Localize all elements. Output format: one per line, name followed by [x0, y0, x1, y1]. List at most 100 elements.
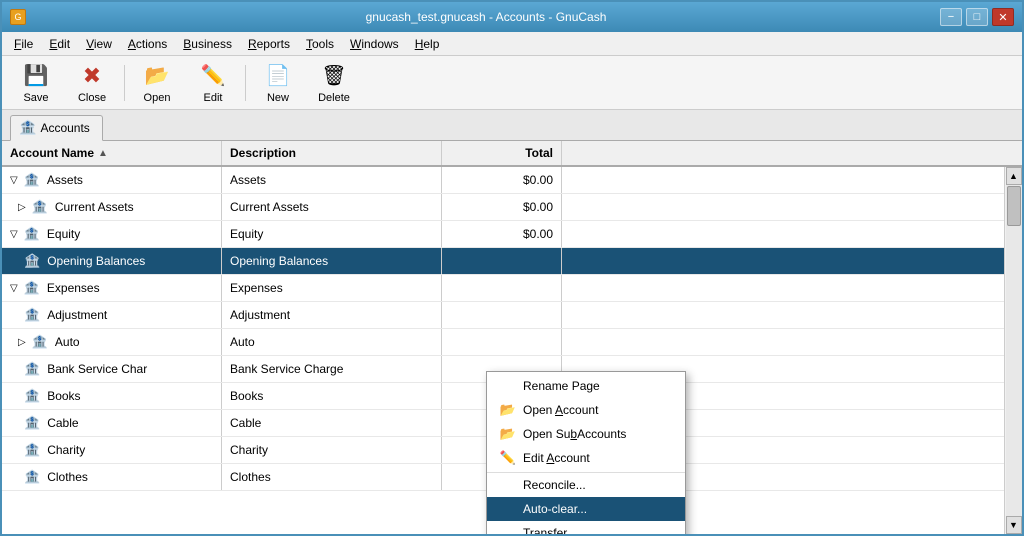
row-total-adjustment [442, 302, 562, 328]
table-row[interactable]: ▽ 🏦 Assets Assets $0.00 [2, 167, 1004, 194]
auto-clear-icon [499, 501, 517, 517]
menu-windows[interactable]: Windows [342, 35, 407, 53]
context-menu: Rename Page 📂 Open Account 📂 Open SubAcc… [486, 371, 686, 534]
account-icon: 🏦 [32, 334, 48, 350]
row-total-equity: $0.00 [442, 221, 562, 247]
scroll-track[interactable] [1006, 185, 1022, 516]
open-label: Open [144, 92, 171, 104]
expand-icon[interactable]: ▽ [10, 175, 18, 186]
title-bar-left: G [10, 9, 32, 25]
close-button[interactable]: ✕ [992, 8, 1014, 26]
main-window: G gnucash_test.gnucash - Accounts - GnuC… [0, 0, 1024, 536]
header-total[interactable]: Total [442, 141, 562, 165]
edit-label: Edit [204, 92, 223, 104]
ctx-open-account[interactable]: 📂 Open Account [487, 398, 685, 422]
menu-bar: File Edit View Actions Business Reports … [2, 32, 1022, 56]
menu-file[interactable]: File [6, 35, 41, 53]
account-icon: 🏦 [24, 442, 40, 458]
row-name-clothes: 🏦 Clothes [2, 464, 222, 490]
open-icon: 📂 [143, 62, 171, 90]
row-desc-books: Books [222, 383, 442, 409]
table-row[interactable]: ▷ 🏦 Current Assets Current Assets $0.00 [2, 194, 1004, 221]
account-icon: 🏦 [24, 469, 40, 485]
new-button[interactable]: 📄 New [252, 60, 304, 106]
row-name-books: 🏦 Books [2, 383, 222, 409]
account-icon: 🏦 [24, 307, 40, 323]
row-desc-bank: Bank Service Charge [222, 356, 442, 382]
account-icon: 🏦 [32, 199, 48, 215]
save-label: Save [23, 92, 48, 104]
scroll-thumb[interactable] [1007, 186, 1021, 226]
table-row-opening-balances[interactable]: 🏦 Opening Balances Opening Balances [2, 248, 1004, 275]
menu-edit[interactable]: Edit [41, 35, 78, 53]
sort-arrow-icon: ▲ [98, 148, 108, 159]
tab-accounts[interactable]: 🏦 Accounts [10, 115, 103, 141]
transfer-icon [499, 525, 517, 534]
close-label: Close [78, 92, 106, 104]
row-total-expenses [442, 275, 562, 301]
close-icon: ✖ [78, 62, 106, 90]
ctx-transfer[interactable]: Transfer... [487, 521, 685, 534]
scroll-up-button[interactable]: ▲ [1006, 167, 1022, 185]
menu-actions[interactable]: Actions [120, 35, 175, 53]
ctx-auto-clear[interactable]: Auto-clear... [487, 497, 685, 521]
row-desc-assets: Assets [222, 167, 442, 193]
row-total-current-assets: $0.00 [442, 194, 562, 220]
account-icon: 🏦 [24, 280, 40, 296]
expand-icon[interactable]: ▽ [10, 229, 18, 240]
title-bar: G gnucash_test.gnucash - Accounts - GnuC… [2, 2, 1022, 32]
row-desc-cable: Cable [222, 410, 442, 436]
row-desc-auto: Auto [222, 329, 442, 355]
delete-button[interactable]: 🗑 Delete [308, 60, 360, 106]
header-account-name[interactable]: Account Name ▲ [2, 141, 222, 165]
maximize-button[interactable]: □ [966, 8, 988, 26]
expand-icon[interactable]: ▷ [18, 337, 26, 348]
row-desc-expenses: Expenses [222, 275, 442, 301]
expand-icon[interactable]: ▽ [10, 283, 18, 294]
save-button[interactable]: 💾 Save [10, 60, 62, 106]
open-button[interactable]: 📂 Open [131, 60, 183, 106]
window-title: gnucash_test.gnucash - Accounts - GnuCas… [32, 10, 940, 24]
row-name-assets: ▽ 🏦 Assets [2, 167, 222, 193]
menu-help[interactable]: Help [407, 35, 448, 53]
row-name-adjustment: 🏦 Adjustment [2, 302, 222, 328]
row-name-expenses: ▽ 🏦 Expenses [2, 275, 222, 301]
ctx-open-subaccounts[interactable]: 📂 Open SubAccounts [487, 422, 685, 446]
account-icon: 🏦 [24, 388, 40, 404]
main-content: Account Name ▲ Description Total ▽ [2, 141, 1022, 534]
account-icon: 🏦 [24, 361, 40, 377]
table-header: Account Name ▲ Description Total [2, 141, 1022, 167]
menu-tools[interactable]: Tools [298, 35, 342, 53]
scrollbar[interactable]: ▲ ▼ [1004, 167, 1022, 534]
expand-icon[interactable]: ▷ [18, 202, 26, 213]
table-row[interactable]: ▽ 🏦 Expenses Expenses [2, 275, 1004, 302]
scroll-down-button[interactable]: ▼ [1006, 516, 1022, 534]
row-name-cable: 🏦 Cable [2, 410, 222, 436]
minimize-button[interactable]: − [940, 8, 962, 26]
row-name-current-assets: ▷ 🏦 Current Assets [2, 194, 222, 220]
app-icon: G [10, 9, 26, 25]
ctx-edit-account[interactable]: ✏️ Edit Account [487, 446, 685, 470]
menu-business[interactable]: Business [175, 35, 240, 53]
toolbar: 💾 Save ✖ Close 📂 Open ✏️ Edit 📄 New 🗑 De… [2, 56, 1022, 110]
close-button-toolbar[interactable]: ✖ Close [66, 60, 118, 106]
table-row[interactable]: 🏦 Adjustment Adjustment [2, 302, 1004, 329]
row-total-opening-balances [442, 248, 562, 274]
row-name-opening-balances: 🏦 Opening Balances [2, 248, 222, 274]
row-desc-current-assets: Current Assets [222, 194, 442, 220]
new-label: New [267, 92, 289, 104]
edit-button[interactable]: ✏️ Edit [187, 60, 239, 106]
row-total-auto [442, 329, 562, 355]
row-desc-equity: Equity [222, 221, 442, 247]
menu-view[interactable]: View [78, 35, 120, 53]
table-row[interactable]: ▷ 🏦 Auto Auto [2, 329, 1004, 356]
ctx-reconcile[interactable]: Reconcile... [487, 472, 685, 497]
table-row[interactable]: ▽ 🏦 Equity Equity $0.00 [2, 221, 1004, 248]
new-icon: 📄 [264, 62, 292, 90]
account-icon: 🏦 [24, 253, 40, 269]
tab-accounts-icon: 🏦 [19, 119, 36, 136]
menu-reports[interactable]: Reports [240, 35, 298, 53]
header-description[interactable]: Description [222, 141, 442, 165]
tab-accounts-label: Accounts [40, 121, 89, 135]
ctx-rename-page[interactable]: Rename Page [487, 374, 685, 398]
